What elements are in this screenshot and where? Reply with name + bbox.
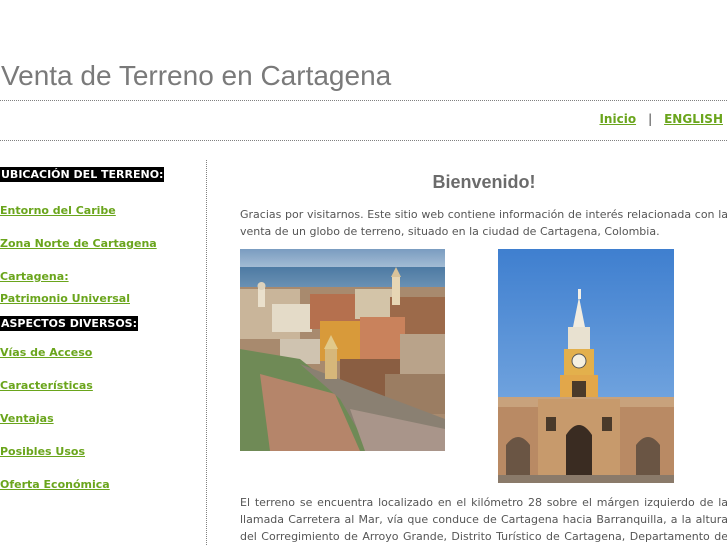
main-content: Bienvenido! Gracias por visitarnos. Este… — [240, 172, 727, 240]
aerial-city-photo — [240, 249, 445, 451]
sidebar-item-vias-acceso[interactable]: Vías de Acceso — [0, 342, 200, 364]
sidebar-item-patrimonio[interactable]: Cartagena: Patrimonio Universal — [0, 266, 130, 310]
sidebar-section-ubicacion: UBICACIÓN DEL TERRENO: — [0, 167, 165, 182]
sidebar-item-posibles-usos[interactable]: Posibles Usos — [0, 441, 200, 463]
sidebar-item-zona-norte[interactable]: Zona Norte de Cartagena — [0, 233, 200, 255]
sidebar-item-entorno-caribe[interactable]: Entorno del Caribe — [0, 200, 200, 222]
intro-paragraph: Gracias por visitarnos. Este sitio web c… — [240, 208, 727, 238]
nav-link-inicio[interactable]: Inicio — [599, 112, 636, 126]
nav-separator: | — [648, 112, 653, 126]
location-paragraph: El terreno se encuentra localizado en el… — [240, 496, 727, 543]
nav-divider — [0, 140, 727, 141]
welcome-heading: Bienvenido! — [432, 172, 536, 192]
aerial-city-image — [240, 249, 445, 451]
top-nav: Inicio | ENGLISH — [599, 112, 723, 126]
site-title: Venta de Terreno en Cartagena — [1, 60, 392, 91]
page: Venta de Terreno en Cartagena Inicio | ENG… — [0, 0, 727, 545]
clock-tower-image — [498, 249, 674, 483]
header-divider — [0, 100, 727, 101]
column-divider — [206, 160, 207, 545]
sidebar-item-ventajas[interactable]: Ventajas — [0, 408, 200, 430]
sidebar-item-oferta[interactable]: Oferta Económica — [0, 474, 200, 496]
sidebar-item-caracteristicas[interactable]: Características — [0, 375, 200, 397]
sidebar-section-aspectos: ASPECTOS DIVERSOS: — [0, 316, 139, 331]
sidebar: UBICACIÓN DEL TERRENO: Entorno del Carib… — [0, 163, 200, 496]
nav-link-english[interactable]: ENGLISH — [664, 112, 723, 126]
clock-tower-photo — [498, 249, 674, 483]
